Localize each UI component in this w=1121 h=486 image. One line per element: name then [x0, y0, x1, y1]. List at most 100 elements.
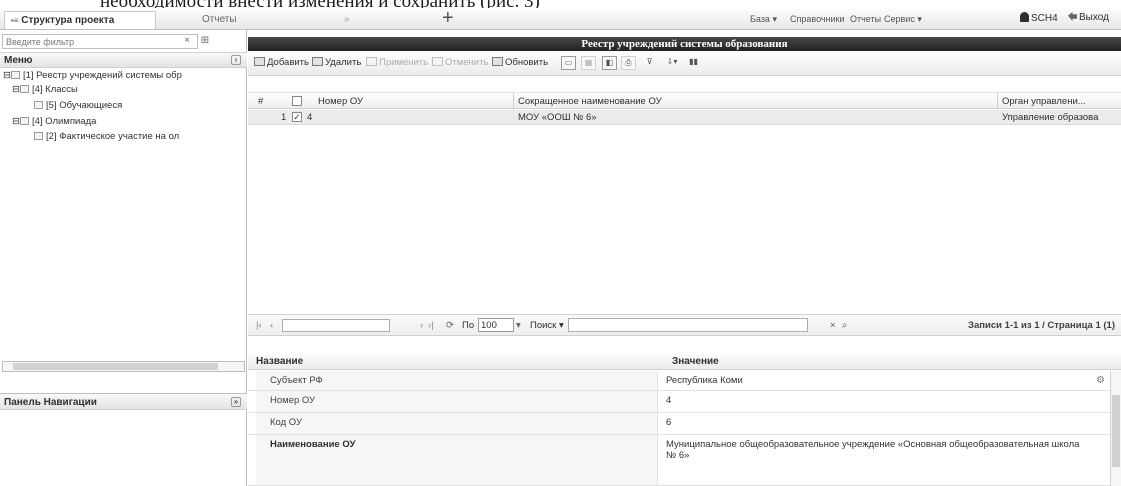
delete-label: Удалить: [325, 57, 362, 68]
page-number-input[interactable]: [282, 319, 390, 332]
form-view-icon[interactable]: ▭: [561, 56, 576, 70]
search-input[interactable]: [568, 318, 808, 332]
chart-icon[interactable]: ▮▮: [686, 56, 701, 70]
cell-code: 4: [307, 112, 313, 123]
menu-base[interactable]: База ▾: [750, 14, 777, 25]
property-row[interactable]: Наименование ОУ Муниципальное общеобразо…: [248, 435, 1110, 486]
menu-references[interactable]: Справочники: [790, 14, 845, 24]
per-page-dropdown-icon[interactable]: ▾: [516, 320, 521, 331]
row-checkbox[interactable]: ✓: [292, 112, 302, 122]
settings-icon[interactable]: ⚙: [1096, 375, 1105, 386]
column-divider[interactable]: [513, 93, 514, 110]
tree-item-classes[interactable]: ⊟ [4] Классы: [12, 84, 78, 95]
cancel-button[interactable]: Отменить: [432, 57, 488, 68]
split-view-icon[interactable]: ◧: [602, 56, 617, 70]
navigation-panel-title: Панель Навигации: [4, 397, 97, 408]
prev-page-icon[interactable]: ‹: [270, 320, 273, 331]
exit-button[interactable]: Выход: [1068, 12, 1109, 23]
apply-filter-icon[interactable]: ⊞: [198, 34, 212, 48]
col-header-short-name[interactable]: Сокращенное наименование ОУ: [518, 96, 662, 107]
property-row[interactable]: Код ОУ 6: [248, 413, 1110, 435]
apply-label: Применить: [379, 57, 429, 68]
top-bar: ▪≡ Структура проекта Отчеты » + База ▾ С…: [0, 7, 1121, 30]
col-header-code[interactable]: Номер ОУ: [318, 96, 363, 107]
tree-item-label: [1] Реестр учреждений системы обр: [22, 70, 182, 81]
user-icon: [1020, 12, 1029, 22]
tab-reports[interactable]: Отчеты: [196, 11, 243, 29]
collapse-menu-icon[interactable]: ‹: [231, 55, 241, 65]
properties-header: Название Значение: [248, 353, 1121, 370]
cell-management-body: Управление образова: [1002, 112, 1099, 123]
last-page-icon[interactable]: ›|: [428, 320, 434, 331]
col-header-number[interactable]: #: [258, 96, 263, 107]
grid-header: # Номер ОУ Сокращенное наименование ОУ О…: [248, 92, 1121, 110]
tab-project-structure[interactable]: ▪≡ Структура проекта: [4, 11, 156, 29]
tree-toggle-icon: ⊟: [3, 70, 11, 81]
per-page-select[interactable]: 100: [478, 318, 514, 332]
table-icon: [34, 101, 43, 109]
menu-service[interactable]: Сервис ▾: [884, 14, 922, 25]
left-panel: × ⊞ Меню ‹ ⊟ [1] Реестр учреждений систем…: [0, 30, 247, 486]
menu-header: Меню ‹: [0, 52, 247, 68]
delete-icon: [312, 57, 323, 66]
tree-item-students[interactable]: [5] Обучающиеся: [34, 100, 122, 111]
property-name: Номер ОУ: [256, 391, 658, 412]
collapse-nav-icon[interactable]: »: [231, 397, 241, 407]
tree-horizontal-scrollbar[interactable]: [2, 361, 245, 372]
tree-item-olympiad[interactable]: ⊟ [4] Олимпиада: [12, 116, 96, 127]
exit-label: Выход: [1079, 12, 1109, 23]
delete-button[interactable]: Удалить: [312, 57, 361, 68]
property-value: Республика Коми: [666, 375, 743, 386]
panel-title: Реестр учреждений системы образования: [248, 37, 1121, 51]
navigation-panel-header: Панель Навигации »: [0, 393, 247, 410]
search-dropdown[interactable]: Поиск ▾: [530, 320, 564, 331]
records-info: Записи 1-1 из 1 / Страница 1 (1): [968, 320, 1115, 331]
toolbar: Добавить Удалить Применить Отменить Обно…: [248, 52, 1121, 76]
next-page-icon[interactable]: ›: [420, 320, 423, 331]
user-badge[interactable]: SCH4: [1020, 12, 1058, 24]
add-tab-button[interactable]: +: [442, 7, 454, 30]
clear-search-icon[interactable]: ×: [830, 320, 836, 331]
menu-filter-input[interactable]: [2, 34, 198, 49]
tree-toggle-icon: ⊟: [12, 116, 20, 127]
grid-view-icon[interactable]: ▦: [581, 56, 596, 70]
table-row[interactable]: 1 ✓ 4 МОУ «ООШ № 6» Управление образова: [248, 110, 1121, 125]
property-name: Субъект РФ: [256, 371, 658, 390]
cell-short-name: МОУ «ООШ № 6»: [518, 112, 597, 123]
exit-icon: [1068, 12, 1077, 21]
column-divider[interactable]: [997, 93, 998, 110]
refresh-label: Обновить: [505, 57, 549, 68]
refresh-button[interactable]: Обновить: [492, 57, 548, 68]
apply-button[interactable]: Применить: [366, 57, 428, 68]
refresh-page-icon[interactable]: ⟳: [446, 320, 454, 331]
print-icon[interactable]: ⎙: [621, 56, 636, 70]
tree-item-label: [4] Классы: [31, 84, 78, 95]
tab-overflow[interactable]: »: [338, 11, 356, 29]
cancel-label: Отменить: [445, 57, 489, 68]
structure-icon: ▪≡: [11, 16, 19, 25]
property-row[interactable]: Номер ОУ 4: [248, 391, 1110, 413]
apply-icon: [366, 57, 377, 66]
first-page-icon[interactable]: |‹: [256, 320, 262, 331]
tree-item-registry[interactable]: ⊟ [1] Реестр учреждений системы обр: [3, 70, 182, 81]
scrollbar-thumb[interactable]: [13, 363, 218, 370]
add-label: Добавить: [267, 57, 309, 68]
row-number: 1: [281, 112, 287, 123]
clear-filter-icon[interactable]: ×: [180, 34, 194, 48]
properties-vertical-scrollbar[interactable]: [1110, 371, 1121, 486]
search-icon[interactable]: ⌕: [842, 320, 847, 331]
tree-item-label: [4] Олимпиада: [31, 116, 97, 127]
scrollbar-thumb[interactable]: [1112, 395, 1120, 467]
select-all-checkbox[interactable]: [292, 96, 302, 106]
tree-item-participation[interactable]: [2] Фактическое участие на ол: [34, 131, 179, 142]
per-page-label: По: [462, 320, 475, 331]
col-header-management-body[interactable]: Орган управлени...: [1002, 96, 1086, 107]
tab-project-structure-label: Структура проекта: [21, 15, 115, 26]
add-button[interactable]: Добавить: [254, 57, 309, 68]
export-icon[interactable]: ⇩▾: [660, 56, 684, 70]
folder-icon: [19, 85, 29, 93]
folder-icon: [10, 71, 20, 79]
menu-reports[interactable]: Отчеты: [850, 14, 881, 24]
filter-icon[interactable]: ⊽: [642, 56, 657, 70]
property-row[interactable]: Субъект РФ Республика Коми: [248, 371, 1110, 391]
